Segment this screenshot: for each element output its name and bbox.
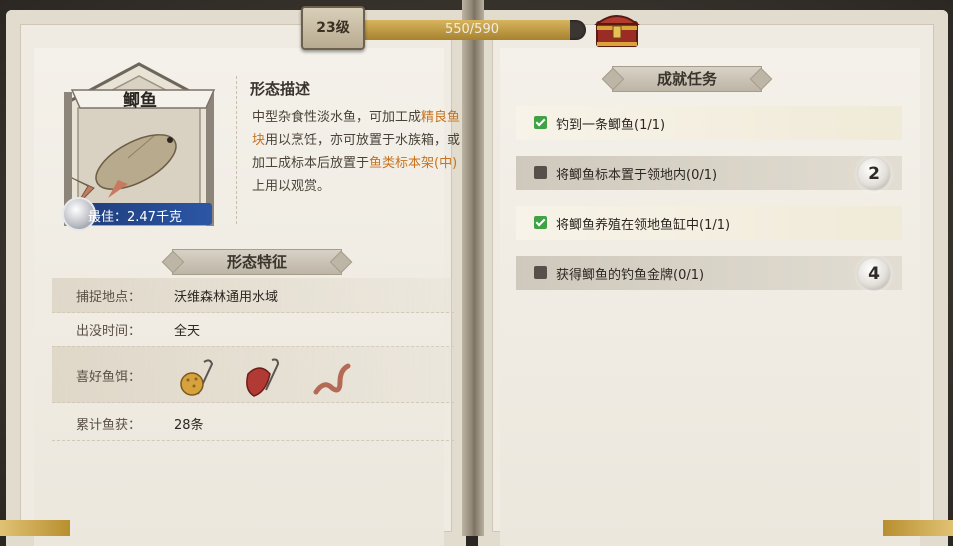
quest-row-4[interactable]: 获得鲫鱼的钓鱼金牌(0/1)	[516, 256, 902, 290]
features-title: 形态特征	[226, 253, 287, 271]
description-title: 形态描述	[250, 80, 311, 98]
achievements-title-ribbon: 成就任务	[612, 66, 762, 92]
reward-orb-4[interactable]: 4	[858, 258, 890, 290]
feature-value: 全天	[174, 324, 201, 339]
treasure-chest-icon[interactable]	[593, 8, 641, 48]
quest-row-1[interactable]: 钓到一条鲫鱼(1/1)	[516, 106, 902, 140]
meat-bait-icon[interactable]	[240, 356, 284, 400]
corn-bait-icon[interactable]	[174, 356, 218, 400]
xp-progress-bar: 550/590	[358, 20, 586, 40]
page-corner-right-icon[interactable]	[883, 520, 953, 536]
feature-key: 喜好鱼饵：	[76, 370, 142, 385]
level-label: 23级	[316, 20, 350, 36]
feature-key: 出没时间：	[76, 324, 142, 339]
quest-text: 将鲫鱼养殖在领地鱼缸中(1/1)	[556, 218, 731, 233]
unchecked-box-icon	[534, 266, 547, 279]
description-text-3: 上用以观赏。	[252, 179, 331, 194]
quest-row-2[interactable]: 将鲫鱼标本置于领地内(0/1)	[516, 156, 902, 190]
card-divider	[236, 76, 237, 224]
worm-bait-icon[interactable]	[310, 356, 354, 400]
fish-description: 中型杂食性淡水鱼，可加工成精良鱼块用以烹饪，亦可放置于水族箱，或加工成标本后放置…	[252, 106, 462, 198]
check-icon	[534, 116, 547, 129]
quest-text: 将鲫鱼标本置于领地内(0/1)	[556, 168, 718, 183]
achievements-title: 成就任务	[656, 70, 717, 88]
best-weight-badge: 最佳：2.47千克	[62, 197, 212, 231]
feature-row-location: 捕捉地点： 沃维森林通用水域	[52, 278, 454, 313]
xp-text: 550/590	[444, 22, 499, 37]
feature-value: 28条	[174, 418, 204, 433]
quest-text: 获得鲫鱼的钓鱼金牌(0/1)	[556, 268, 705, 283]
page-corner-left-icon[interactable]	[0, 520, 70, 536]
feature-key: 累计鱼获：	[76, 418, 142, 433]
fish-encyclopedia-book: 550/590 23级 鲫鱼 最佳：2.47千克 形态描述 中型杂食性淡水鱼，可…	[0, 0, 953, 546]
feature-row-time: 出没时间： 全天	[52, 312, 454, 347]
feature-row-catch: 累计鱼获： 28条	[52, 406, 454, 441]
feature-value: 沃维森林通用水域	[174, 290, 279, 305]
feature-key: 捕捉地点：	[76, 290, 142, 305]
fish-name: 鲫鱼	[123, 91, 157, 111]
unchecked-box-icon	[534, 166, 547, 179]
quest-row-3[interactable]: 将鲫鱼养殖在领地鱼缸中(1/1)	[516, 206, 902, 240]
book-spine	[462, 0, 484, 536]
best-weight-text: 最佳：2.47千克	[88, 210, 182, 225]
check-icon	[534, 216, 547, 229]
quest-text: 钓到一条鲫鱼(1/1)	[556, 118, 666, 133]
level-book-icon[interactable]: 23级	[301, 6, 365, 50]
description-text-1: 中型杂食性淡水鱼，可加工成	[252, 110, 422, 125]
highlight-specimen-rack-link[interactable]: 鱼类标本架(中)	[369, 156, 457, 171]
reward-orb-2[interactable]: 2	[858, 158, 890, 190]
features-title-ribbon: 形态特征	[172, 249, 342, 275]
